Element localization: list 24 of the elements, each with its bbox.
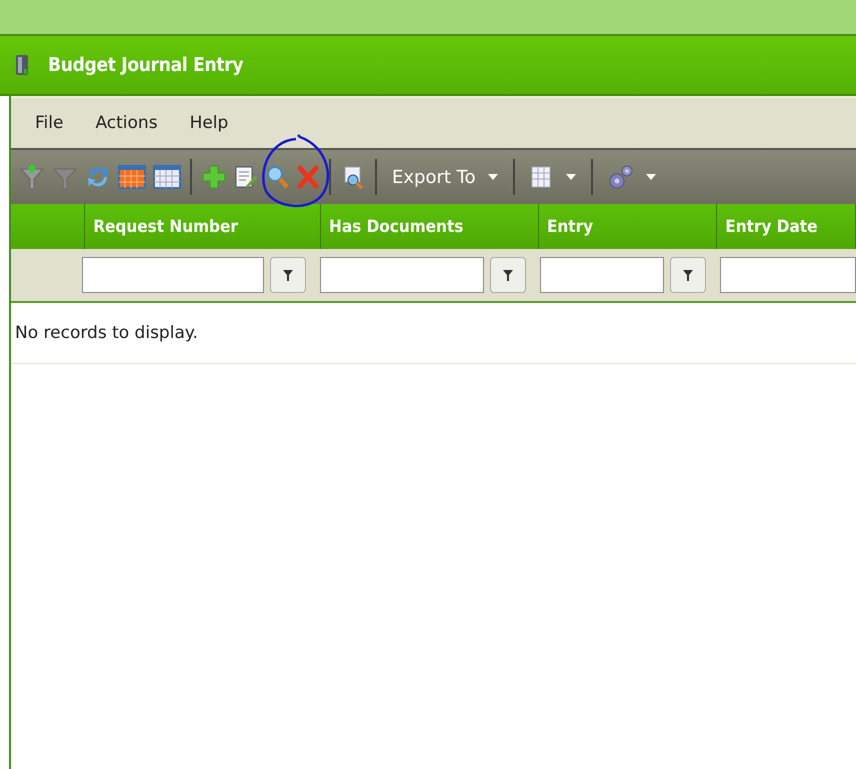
menu-item[interactable]: Actions xyxy=(83,113,170,133)
filter-field[interactable] xyxy=(720,257,856,293)
menu-item[interactable]: Help xyxy=(178,113,240,133)
filter-field[interactable] xyxy=(540,257,664,293)
caret-icon xyxy=(488,174,498,180)
grid-icon[interactable] xyxy=(151,164,183,190)
filter-icon[interactable] xyxy=(17,163,47,191)
filter-button[interactable] xyxy=(270,257,306,293)
filter-button[interactable] xyxy=(490,257,526,293)
export-dropdown[interactable]: Export To xyxy=(384,166,506,188)
binder-icon xyxy=(14,54,30,76)
caret-icon xyxy=(646,174,656,180)
filter-icon xyxy=(683,270,693,280)
grid-icon[interactable] xyxy=(116,164,148,190)
window-title: Budget Journal Entry xyxy=(48,54,244,76)
filter-field[interactable] xyxy=(320,257,484,293)
menu-item[interactable]: File xyxy=(23,113,76,133)
filter-field[interactable] xyxy=(82,257,264,293)
filter-button[interactable] xyxy=(670,257,706,293)
gears-icon xyxy=(608,164,634,190)
filter-icon xyxy=(503,270,513,280)
filter-icon xyxy=(283,270,293,280)
caret-icon xyxy=(566,174,576,180)
empty-message: No records to display. xyxy=(11,303,856,364)
